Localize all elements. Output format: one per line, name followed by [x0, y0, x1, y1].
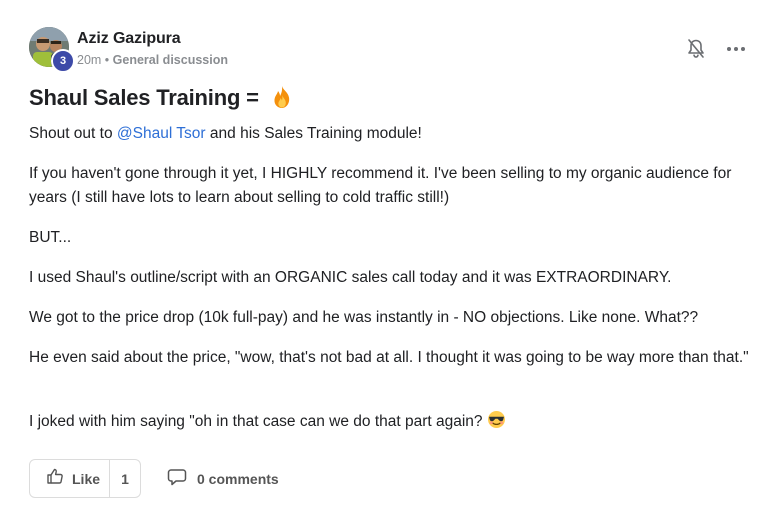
sunglasses-emoji-icon — [487, 410, 506, 437]
post-paragraph: I joked with him saying "oh in that case… — [29, 410, 759, 437]
user-mention-link[interactable]: @Shaul Tsor — [117, 125, 206, 142]
post-card: 3 Aziz Gazipura 20m • General discussion… — [0, 0, 784, 514]
fire-emoji-icon — [271, 85, 293, 115]
comments-button[interactable]: 0 comments — [167, 468, 279, 490]
level-badge: 3 — [51, 49, 75, 73]
author-name[interactable]: Aziz Gazipura — [77, 30, 181, 48]
post-paragraph: We got to the price drop (10k full-pay) … — [29, 309, 699, 326]
post-paragraph: BUT... — [29, 229, 72, 246]
thumbs-up-icon — [46, 467, 64, 490]
post-title: Shaul Sales Training = — [29, 85, 293, 115]
post-title-text: Shaul Sales Training = — [29, 85, 265, 110]
like-button[interactable]: Like — [30, 460, 110, 497]
meta-separator: • — [101, 53, 113, 67]
more-options-icon[interactable] — [724, 38, 748, 60]
post-paragraph: He even said about the price, "wow, that… — [29, 349, 749, 366]
post-category[interactable]: General discussion — [113, 53, 228, 67]
post-paragraph: Shout out to @Shaul Tsor and his Sales T… — [29, 122, 759, 146]
paragraph-text: I joked with him saying "oh in that case… — [29, 413, 483, 430]
post-meta: 20m • General discussion — [77, 53, 228, 67]
paragraph-text: Shout out to — [29, 125, 117, 142]
comment-icon — [167, 468, 187, 491]
post-timestamp: 20m — [77, 53, 102, 67]
post-paragraph: I used Shaul's outline/script with an OR… — [29, 269, 672, 286]
author-avatar[interactable]: 3 — [29, 27, 75, 73]
post-paragraph: If you haven't gone through it yet, I HI… — [29, 165, 732, 206]
like-control: Like 1 — [29, 459, 141, 498]
like-label: Like — [72, 470, 101, 487]
paragraph-text: and his Sales Training module! — [205, 125, 422, 142]
comments-label: 0 comments — [197, 471, 279, 487]
like-count[interactable]: 1 — [110, 460, 140, 497]
bell-off-icon[interactable] — [686, 38, 706, 60]
